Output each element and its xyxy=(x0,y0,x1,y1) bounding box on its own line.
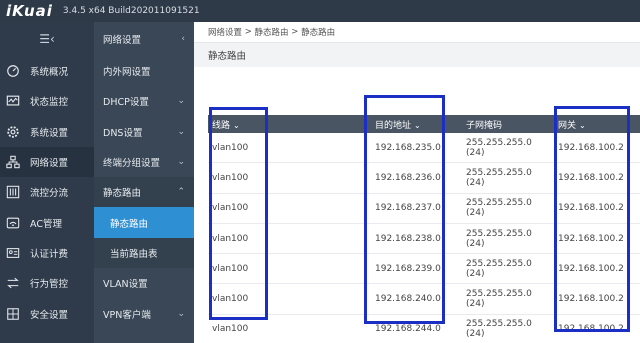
breadcrumb-separator: > xyxy=(288,27,302,37)
submenu-item-label: DNS设置 xyxy=(103,127,143,139)
chevron-left-icon: ‹ xyxy=(181,34,185,44)
sidebar-item-label: 系统概况 xyxy=(30,67,69,79)
submenu-item-label: VPN客户端 xyxy=(103,309,151,321)
submenu-item-lan-wan[interactable]: 内外网设置 xyxy=(94,56,194,86)
sliders-icon xyxy=(4,184,22,200)
sidebar-item-label: 认证计费 xyxy=(30,248,69,260)
version-text: 3.4.5 x64 Build202011091521 xyxy=(62,6,200,16)
submenu-item-static-route[interactable]: 静态路由 xyxy=(94,207,194,238)
sidebar-item-overview[interactable]: 系统概况 xyxy=(0,56,94,86)
submenu-item-label: 终端分组设置 xyxy=(103,158,161,170)
submenu-item-static-route-group[interactable]: 静态路由 ⌃ xyxy=(94,177,194,208)
sidebar-item-label: 流控分流 xyxy=(30,188,69,200)
annotation-box-line xyxy=(209,107,268,320)
annotation-box-destination xyxy=(364,95,445,324)
submenu-title[interactable]: 网络设置 ‹ xyxy=(94,22,194,56)
sidebar-item-label: 状态监控 xyxy=(30,97,69,109)
submenu-item-vlan[interactable]: VLAN设置 xyxy=(94,268,194,298)
sidebar-item-security[interactable]: 安全设置 xyxy=(0,298,94,328)
cell-line: vlan100 xyxy=(212,324,249,335)
submenu-item-dns[interactable]: DNS设置 ⌄ xyxy=(94,117,194,147)
chevron-down-icon: ⌄ xyxy=(177,308,185,319)
sidebar-item-auth[interactable]: 认证计费 xyxy=(0,238,94,268)
submenu-item-label: 静态路由 xyxy=(110,218,149,230)
idcard-icon xyxy=(4,245,22,261)
collapse-menu-icon[interactable]: ☰‹ xyxy=(0,22,94,56)
cell-netmask: 255.255.255.0 (24) xyxy=(466,137,532,158)
breadcrumb-item[interactable]: 网络设置 xyxy=(208,26,242,38)
chevron-down-icon: ⌄ xyxy=(177,96,185,107)
breadcrumb-item: 静态路由 xyxy=(301,28,336,38)
page-title-bar: 静态路由 xyxy=(194,43,640,67)
cell-netmask: 255.255.255.0 (24) xyxy=(466,289,532,310)
arrows-icon xyxy=(4,275,22,291)
sidebar-item-label: 行为管控 xyxy=(30,279,69,291)
shield-icon xyxy=(4,306,22,322)
submenu-item-terminal-group[interactable]: 终端分组设置 ⌄ xyxy=(94,147,194,177)
sidebar-item-ac[interactable]: AC管理 xyxy=(0,207,94,237)
submenu-item-dhcp[interactable]: DHCP设置 ⌄ xyxy=(94,86,194,116)
breadcrumb-separator: > xyxy=(242,27,255,37)
sidebar-item-system[interactable]: 系统设置 xyxy=(0,117,94,147)
chevron-down-icon: ⌄ xyxy=(177,126,185,137)
submenu-item-label: DHCP设置 xyxy=(103,97,149,109)
main-sidebar: ☰‹ 系统概况 状态监控 系统设置 网络设置 流控分流 AC管理 认证计费 行为… xyxy=(0,22,94,343)
breadcrumb-item[interactable]: 静态路由 xyxy=(255,26,289,38)
sidebar-item-monitor[interactable]: 状态监控 xyxy=(0,86,94,116)
network-submenu: 网络设置 ‹ 内外网设置 DHCP设置 ⌄ DNS设置 ⌄ 终端分组设置 ⌄ 静… xyxy=(94,22,194,343)
sidebar-item-label: 系统设置 xyxy=(30,127,69,139)
network-icon xyxy=(4,154,22,170)
sidebar-item-flow-control[interactable]: 流控分流 xyxy=(0,177,94,207)
sidebar-item-label: AC管理 xyxy=(30,218,62,230)
gear-icon xyxy=(4,124,22,140)
sidebar-item-behavior[interactable]: 行为管控 xyxy=(0,268,94,298)
submenu-item-vpn-client[interactable]: VPN客户端 ⌄ xyxy=(94,298,194,328)
logo: iKuai xyxy=(6,2,53,20)
header-label: 子网掩码 xyxy=(466,120,503,131)
gauge-icon xyxy=(4,63,22,79)
cell-netmask: 255.255.255.0 (24) xyxy=(466,167,532,188)
submenu-item-label: 静态路由 xyxy=(103,188,142,200)
chevron-down-icon: ⌄ xyxy=(177,157,185,168)
sidebar-item-network[interactable]: 网络设置 xyxy=(0,146,94,178)
breadcrumb: 网络设置 > 静态路由 > 静态路由 xyxy=(194,22,640,43)
cell-netmask: 255.255.255.0 (24) xyxy=(466,228,532,249)
submenu-item-label: VLAN设置 xyxy=(103,279,148,291)
header-netmask: 子网掩码 xyxy=(460,118,552,131)
cell-netmask: 255.255.255.0 (24) xyxy=(466,319,532,340)
cell-destination: 192.168.244.0 xyxy=(375,324,441,335)
submenu-item-label: 当前路由表 xyxy=(110,248,158,260)
submenu-title-label: 网络设置 xyxy=(103,35,142,46)
submenu-item-label: 内外网设置 xyxy=(103,67,151,79)
page-title: 静态路由 xyxy=(208,51,247,62)
annotation-box-gateway xyxy=(554,106,630,332)
top-bar: iKuai 3.4.5 x64 Build202011091521 xyxy=(0,0,640,22)
monitor-icon xyxy=(4,93,22,109)
cell-netmask: 255.255.255.0 (24) xyxy=(466,198,532,219)
submenu-item-route-table[interactable]: 当前路由表 xyxy=(94,237,194,269)
cell-netmask: 255.255.255.0 (24) xyxy=(466,258,532,279)
sidebar-item-label: 网络设置 xyxy=(30,158,69,170)
sidebar-item-label: 安全设置 xyxy=(30,309,69,321)
wifi-icon xyxy=(4,215,22,231)
chevron-up-icon: ⌃ xyxy=(177,187,185,198)
